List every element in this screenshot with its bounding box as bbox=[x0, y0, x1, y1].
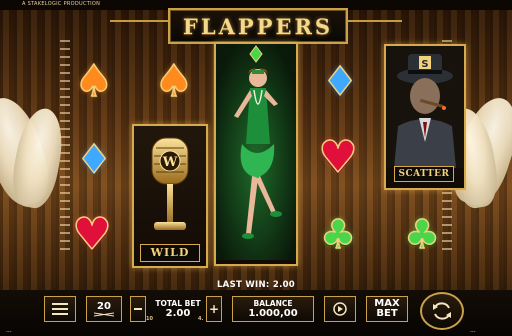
max-bet-line2: BET bbox=[376, 308, 398, 319]
scatter-symbol-frame: S SCATTER bbox=[384, 44, 466, 190]
svg-text:W: W bbox=[162, 155, 178, 170]
club-icon: ♣ bbox=[403, 212, 440, 258]
symbol-heart: ♥ bbox=[306, 128, 370, 188]
balance-value: 1.000,00 bbox=[248, 308, 298, 319]
title-plate: FLAPPERS bbox=[168, 8, 348, 44]
wild-symbol-frame: W WILD bbox=[132, 124, 208, 268]
menu-button[interactable] bbox=[44, 296, 76, 322]
symbol-club: ♣ bbox=[394, 210, 450, 260]
title-deco-right bbox=[344, 20, 402, 22]
minus-icon bbox=[134, 308, 142, 310]
control-panel: 20 10 TOTAL BET 2.00 4. + BALANCE 1.000,… bbox=[0, 290, 512, 336]
symbol-spade: ♠ bbox=[144, 52, 204, 112]
game-stage: A STAKELOGIC PRODUCTION FLAPPERS ♠ ♦ ♥ ♠ bbox=[0, 0, 512, 336]
spin-icon bbox=[433, 302, 451, 320]
lines-value: 20 bbox=[97, 301, 111, 312]
symbol-spade: ♠ bbox=[64, 52, 124, 112]
autoplay-button[interactable] bbox=[324, 296, 356, 322]
gangster-icon: S bbox=[386, 46, 464, 168]
flapper-symbol-frame bbox=[214, 42, 298, 266]
last-win-bar: LAST WIN: 2.00 bbox=[0, 280, 512, 290]
autoplay-icon bbox=[333, 302, 347, 316]
plus-icon: + bbox=[208, 302, 220, 316]
balance-label: BALANCE bbox=[253, 299, 293, 308]
scatter-label: SCATTER bbox=[394, 166, 454, 182]
bet-minus-button[interactable] bbox=[130, 296, 146, 322]
last-win-text: LAST WIN: 2.00 bbox=[216, 280, 296, 290]
total-bet-label: TOTAL BET bbox=[155, 299, 201, 308]
symbol-diamond: ♦ bbox=[66, 134, 122, 186]
hamburger-icon bbox=[52, 303, 68, 315]
bet-max-label: 4. bbox=[198, 316, 204, 322]
game-title: FLAPPERS bbox=[182, 13, 334, 39]
footer-right-text: ... bbox=[470, 328, 476, 334]
wild-label: WILD bbox=[140, 244, 200, 262]
diamond-icon: ♦ bbox=[321, 59, 358, 105]
spin-button[interactable] bbox=[420, 292, 464, 330]
max-bet-button[interactable]: MAX BET bbox=[366, 296, 408, 322]
club-icon: ♣ bbox=[319, 212, 356, 258]
flapper-dancer-icon bbox=[216, 44, 296, 260]
bet-plus-button[interactable]: + bbox=[206, 296, 222, 322]
heart-icon: ♥ bbox=[72, 209, 113, 260]
balance-display: BALANCE 1.000,00 bbox=[232, 296, 314, 322]
footer-left-text: ... bbox=[6, 328, 12, 334]
total-bet-value: 2.00 bbox=[165, 308, 191, 319]
diamond-icon: ♦ bbox=[75, 137, 112, 183]
symbol-diamond: ♦ bbox=[310, 52, 370, 112]
microphone-icon: W bbox=[151, 137, 189, 230]
spade-icon: ♠ bbox=[154, 56, 195, 107]
title-deco-left bbox=[110, 20, 168, 22]
heart-icon: ♥ bbox=[318, 132, 359, 183]
producer-credit: A STAKELOGIC PRODUCTION bbox=[22, 1, 101, 7]
lines-icon bbox=[94, 312, 114, 317]
symbol-club: ♣ bbox=[310, 210, 366, 260]
symbol-heart: ♥ bbox=[60, 206, 124, 264]
spade-icon: ♠ bbox=[74, 56, 115, 107]
svg-text:S: S bbox=[421, 59, 428, 70]
lines-display[interactable]: 20 bbox=[86, 296, 122, 322]
